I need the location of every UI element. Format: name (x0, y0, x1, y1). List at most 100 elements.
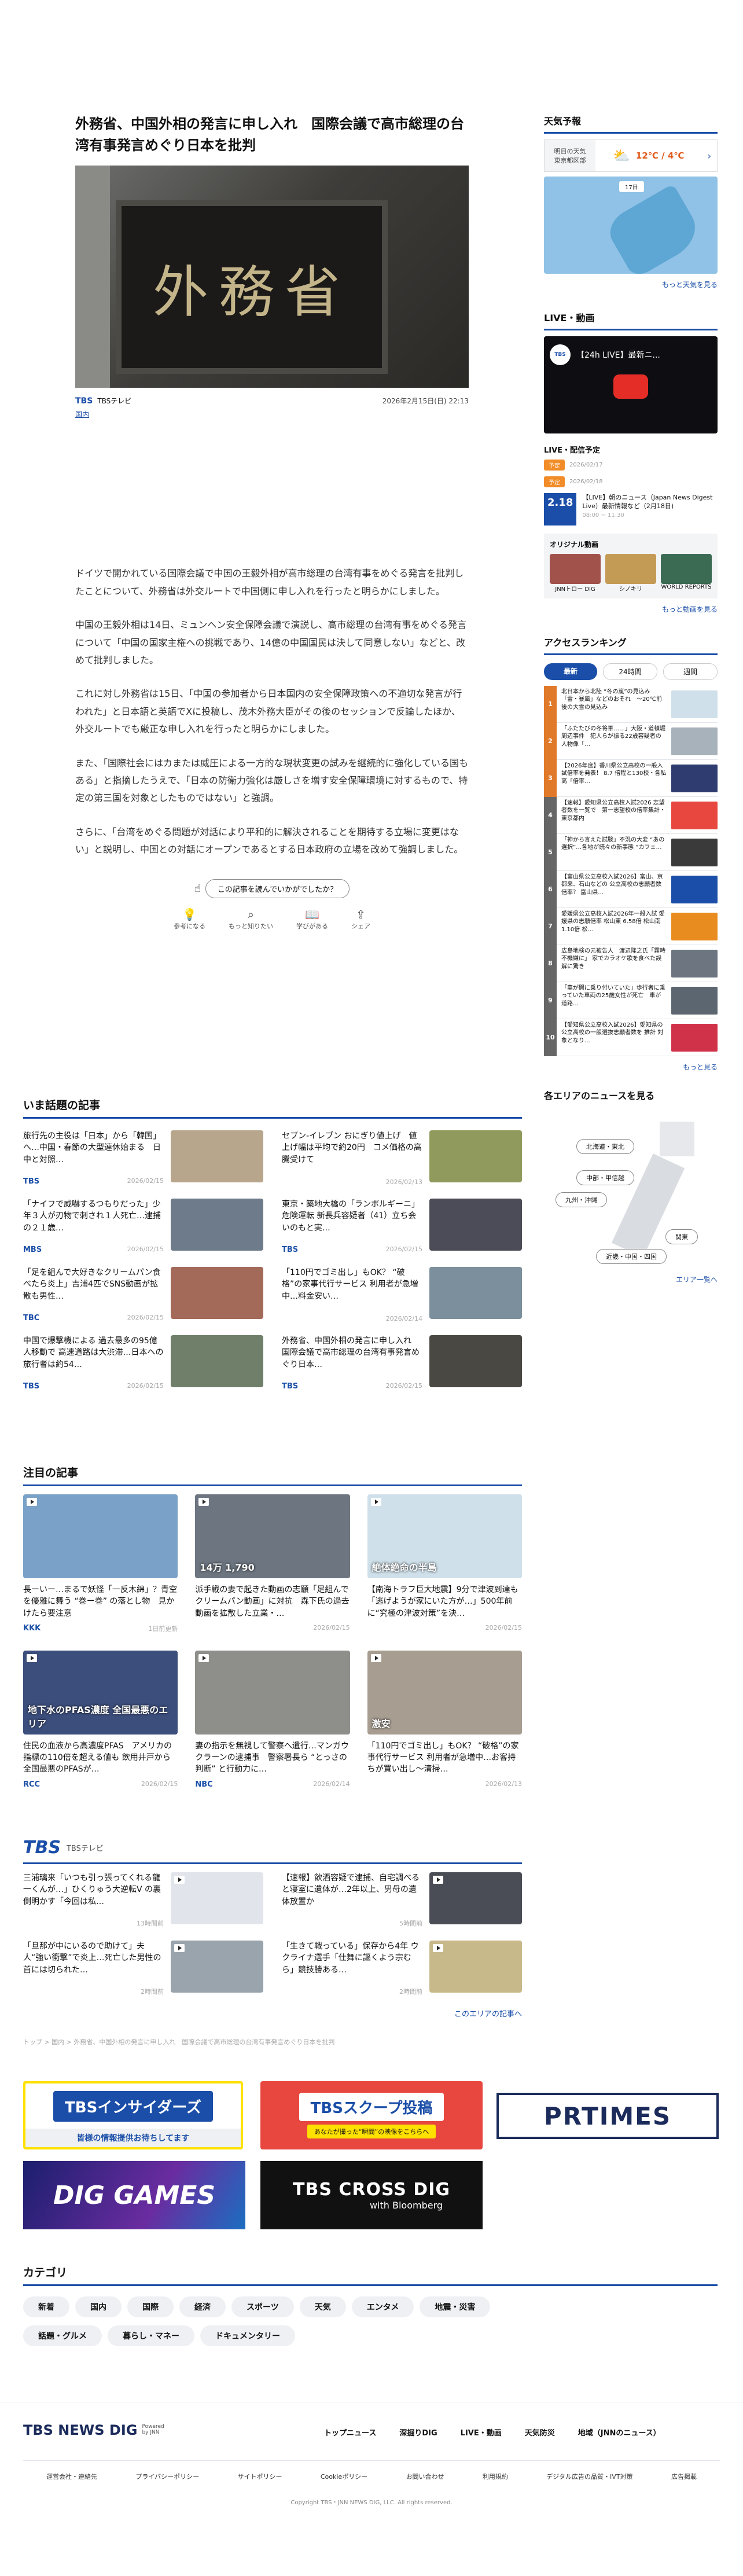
footer-logo[interactable]: TBS NEWS DIG (23, 2422, 137, 2438)
footer-link[interactable]: 運営会社・連絡先 (46, 2472, 97, 2481)
live-schedule-item[interactable]: 2.18 【LIVE】朝のニュース（Japan News Digest Live… (544, 493, 718, 526)
video-more-link[interactable]: もっと動画を見る (544, 604, 718, 614)
ranking-item[interactable]: 6 【富山県公立高校入試2026】富山、京都来、石山などの 公立高校の志願者数倍率… (544, 870, 718, 908)
footer-nav-item[interactable]: 深掘りDIG (399, 2427, 437, 2438)
category-chip[interactable]: エンタメ (351, 2296, 414, 2317)
weather-widget[interactable]: 明日の天気 東京都区部 ⛅ 12℃ / 4℃ › (544, 139, 718, 172)
tbs-item[interactable]: 三浦璃来「いつも引っ張ってくれる龍一くんが…」ひくりゅう大逆転V の裏側明かす「… (23, 1872, 263, 1928)
trending-item[interactable]: 外務省、中国外相の発言に申し入れ 国際会議で高市総理の台湾有事発言めぐり日本… T… (282, 1335, 522, 1391)
banner-insiders[interactable]: TBSインサイダーズ 皆様の情報提供お待ちしてます (23, 2081, 243, 2149)
area-hokkaido-tohoku[interactable]: 北海道・東北 (576, 1139, 634, 1154)
featured-card[interactable]: 長ーいー…まるで妖怪「一反木綿」？青空を優雅に舞う “巻ー巻” の落とし物 見か… (23, 1494, 178, 1633)
featured-card[interactable]: 激安 「110円でゴミ出し」もOK？ “破格”の家事代行サービス 利用者が急増中…… (367, 1650, 522, 1789)
trending-text: 東京・築地大橋の「ランボルギーニ」危険運転 新長兵容疑者（41）立ち会いのもと実… (282, 1199, 422, 1254)
trending-item[interactable]: 「足を組んで大好きなクリームパン食べたら炎上」吉浦4匹でSNS動画が拡散も男性…… (23, 1267, 263, 1322)
weather-temp: 12℃ / 4℃ (635, 150, 685, 161)
area-kanto[interactable]: 関東 (665, 1229, 698, 1244)
reaction-learn-button[interactable]: 📖 学びがある (296, 907, 328, 931)
trending-item[interactable]: セブン-イレブン おにぎり値上げ 値上げ幅は平均で約20円 コメ価格の高騰受けて… (282, 1130, 522, 1186)
article-source[interactable]: TBSテレビ (97, 396, 131, 406)
date-label: 2026/02/15 (127, 1177, 164, 1185)
trending-title: いま話題の記事 (23, 1097, 522, 1119)
featured-card[interactable]: 地下水のPFAS濃度 全国最悪のエリア 住民の血液から高濃度PFAS アメリカの指… (23, 1650, 178, 1789)
footer-nav-item[interactable]: 地域（JNNのニュース） (578, 2427, 661, 2438)
category-chip[interactable]: スポーツ (231, 2296, 294, 2317)
banner-dig-games[interactable]: DIG GAMES (23, 2161, 245, 2229)
ranking-item[interactable]: 5 「神から言えた試験」不況の大変 “あの選択”…各地が続々の新事態 “カフェ… (544, 833, 718, 871)
trending-item[interactable]: 中国で爆撃機による 過去最多の95億人移動で 高速道路は大渋滞…日本への旅行者は… (23, 1335, 263, 1391)
footer-link[interactable]: お問い合わせ (406, 2472, 444, 2481)
video-icon (174, 1876, 185, 1884)
footer-link[interactable]: Cookieポリシー (321, 2472, 367, 2481)
original-program[interactable]: シノキリ (605, 554, 656, 593)
ranking-item[interactable]: 1 北日本から北陸 “冬の嵐”の見込み「雷・暴風」などのおそれ ～20℃前後の大雪… (544, 685, 718, 723)
tbs-more-link[interactable]: このエリアの記事へ (23, 2008, 522, 2019)
category-chip[interactable]: ドキュメンタリー (200, 2325, 295, 2346)
category-chip[interactable]: 話題・グルメ (23, 2325, 102, 2346)
trending-headline: セブン-イレブン おにぎり値上げ 値上げ幅は平均で約20円 コメ価格の高騰受けて (282, 1131, 422, 1164)
tbs-item[interactable]: 「生きて戦っている」保存から4年 ウクライナ選手「仕舞に謳くよう宗むら」競技勝あ… (282, 1941, 522, 1996)
category-chip[interactable]: 天気 (299, 2296, 346, 2317)
category-chip[interactable]: 新着 (23, 2296, 69, 2317)
tbs-headline: 「旦那が中にいるので助けて」夫人“強い衝撃”で炎上…死亡した男性の首には切られた… (23, 1942, 161, 1975)
cloud-sun-icon: ⛅ (613, 148, 630, 164)
featured-card[interactable]: 絶体絶命の半島 【南海トラフ巨大地震】9分で津波到達も「逃げようが家にいた方が…」… (367, 1494, 522, 1633)
ranking-item[interactable]: 4 【速報】愛知県公立高校入試2026 志望者数を一覧で 第一志望校の倍率集計・東… (544, 796, 718, 834)
tab-24h[interactable]: 24時間 (603, 663, 657, 680)
footer-link[interactable]: プライバシーポリシー (135, 2472, 199, 2481)
ranking-item[interactable]: 9 「車が開に乗り付いていた」歩行者に乗っていた車両の25歳女性が死亡 車が道路… (544, 982, 718, 1019)
area-chubu[interactable]: 中部・甲信越 (576, 1170, 634, 1185)
banner-scoop[interactable]: TBSスクープ投稿 あなたが撮った“瞬間”の映像をこちらへ (260, 2081, 483, 2149)
ranking-item[interactable]: 8 広島地検の元被告人 渡辺隆之氏「霧時不機嫌に」 家でカラオケ歌を食べた誤解に驚… (544, 945, 718, 982)
tab-latest[interactable]: 最新 (544, 663, 597, 680)
featured-headline: 【南海トラフ巨大地震】9分で津波到達も「逃げようが家にいた方が…」500年前に“… (367, 1585, 518, 1618)
category-chip[interactable]: 暮らし・マネー (108, 2325, 194, 2346)
area-kinki[interactable]: 近畿・中国・四国 (596, 1249, 667, 1264)
footer-nav-item[interactable]: 天気防災 (525, 2427, 555, 2438)
ranking-item[interactable]: 3 【2026年度】香川県公立高校の一般入試倍率を発表！ 8.7 倍程と130校・… (544, 759, 718, 797)
original-program[interactable]: WORLD REPORTS (661, 554, 712, 593)
tbs-item[interactable]: 「旦那が中にいるので助けて」夫人“強い衝撃”で炎上…死亡した男性の首には切られた… (23, 1941, 263, 1996)
live-video-player[interactable]: TBS 【24h LIVE】最新ニ... (544, 336, 718, 433)
footer-link[interactable]: 利用規約 (483, 2472, 508, 2481)
banner-prtimes[interactable]: PRTIMES (496, 2093, 719, 2139)
footer-nav-item[interactable]: トップニュース (324, 2427, 376, 2438)
area-kyushu[interactable]: 九州・沖縄 (556, 1192, 607, 1207)
share-icon: ⇪ (356, 907, 366, 922)
breadcrumb[interactable]: トップ > 国内 > 外務省、中国外相の発言に申し入れ 国際会議で高市総理の台湾… (23, 2037, 334, 2046)
category-chip[interactable]: 国内 (75, 2296, 122, 2317)
ranking-item[interactable]: 7 愛媛県公立高校入試2026年一般入試 愛媛県の志願倍率 松山東 6.58倍 松… (544, 907, 718, 945)
share-button[interactable]: ⇪ シェア (351, 907, 370, 931)
tbs-item[interactable]: 【速報】飲酒容疑で逮捕、自宅調べると寝室に遺体が…2年以上、男母の遺体放置か 5時… (282, 1872, 522, 1928)
reaction-useful-button[interactable]: 💡 参考になる (174, 907, 205, 931)
trending-item[interactable]: 旅行先の主役は「日本」から「韓国」へ…中国・春節の大型連休始まる 日中と対照… T… (23, 1130, 263, 1186)
footer-link[interactable]: デジタル広告の品質・IVT対策 (546, 2472, 632, 2481)
category-chip[interactable]: 国際 (127, 2296, 174, 2317)
trending-item[interactable]: 「110円でゴミ出し」もOK？ “破格”の家事代行サービス 利用者が急増中…料金… (282, 1267, 522, 1322)
category-chip[interactable]: 経済 (179, 2296, 226, 2317)
area-more-link[interactable]: エリア一覧へ (676, 1274, 718, 1284)
ranking-item[interactable]: 10 【愛知県公立高校入試2026】愛知県の公立高校の一般選抜志願者数を 推計 対… (544, 1019, 718, 1056)
tab-weekly[interactable]: 週間 (663, 663, 718, 680)
ranking-item[interactable]: 2 「ふたたびの冬将軍……」大阪・道頓堀周辺事件 犯人らが振る22歳容疑者の人物像… (544, 722, 718, 760)
play-icon[interactable] (613, 374, 648, 399)
weather-map[interactable]: 17日 (544, 177, 718, 274)
date-label: 2026/02/13 (385, 1178, 422, 1186)
featured-card[interactable]: 妻の指示を無視して警察へ遺行…マンガウクラーンの逮捕事 警察署長ら “とっさの判… (195, 1650, 350, 1789)
category-chip[interactable]: 地震・災害 (420, 2296, 491, 2317)
trending-item[interactable]: 「ナイフで威嚇するつもりだった」少年３人が刃物で刺され１人死亡…逮捕の２１歳… M… (23, 1199, 263, 1254)
trending-item[interactable]: 東京・築地大橋の「ランボルギーニ」危険運転 新長兵容疑者（41）立ち会いのもと実… (282, 1199, 522, 1254)
trending-text: 「ナイフで威嚇するつもりだった」少年３人が刃物で刺され１人死亡…逮捕の２１歳… M… (23, 1199, 164, 1254)
footer-link[interactable]: サイトポリシー (238, 2472, 282, 2481)
banner-cross-dig[interactable]: TBS CROSS DIG with Bloomberg (260, 2161, 483, 2229)
weather-more-link[interactable]: もっと天気を見る (544, 280, 718, 289)
footer-nav-item[interactable]: LIVE・動画 (461, 2427, 502, 2438)
footer-link[interactable]: 広告掲載 (671, 2472, 697, 2481)
reaction-more-button[interactable]: ⌕ もっと知りたい (229, 907, 273, 931)
featured-card[interactable]: 14万 1,790 派手戦の妻で起きた動画の志願「足組んでクリームパン動画」に対抗… (195, 1494, 350, 1633)
featured-title: 注目の記事 (23, 1464, 522, 1486)
ranking-more-link[interactable]: もっと見る (544, 1062, 718, 1072)
original-program[interactable]: JNNトロー DIG (550, 554, 601, 593)
trending-text: 外務省、中国外相の発言に申し入れ 国際会議で高市総理の台湾有事発言めぐり日本… T… (282, 1335, 422, 1391)
article-category[interactable]: 国内 (75, 409, 469, 419)
